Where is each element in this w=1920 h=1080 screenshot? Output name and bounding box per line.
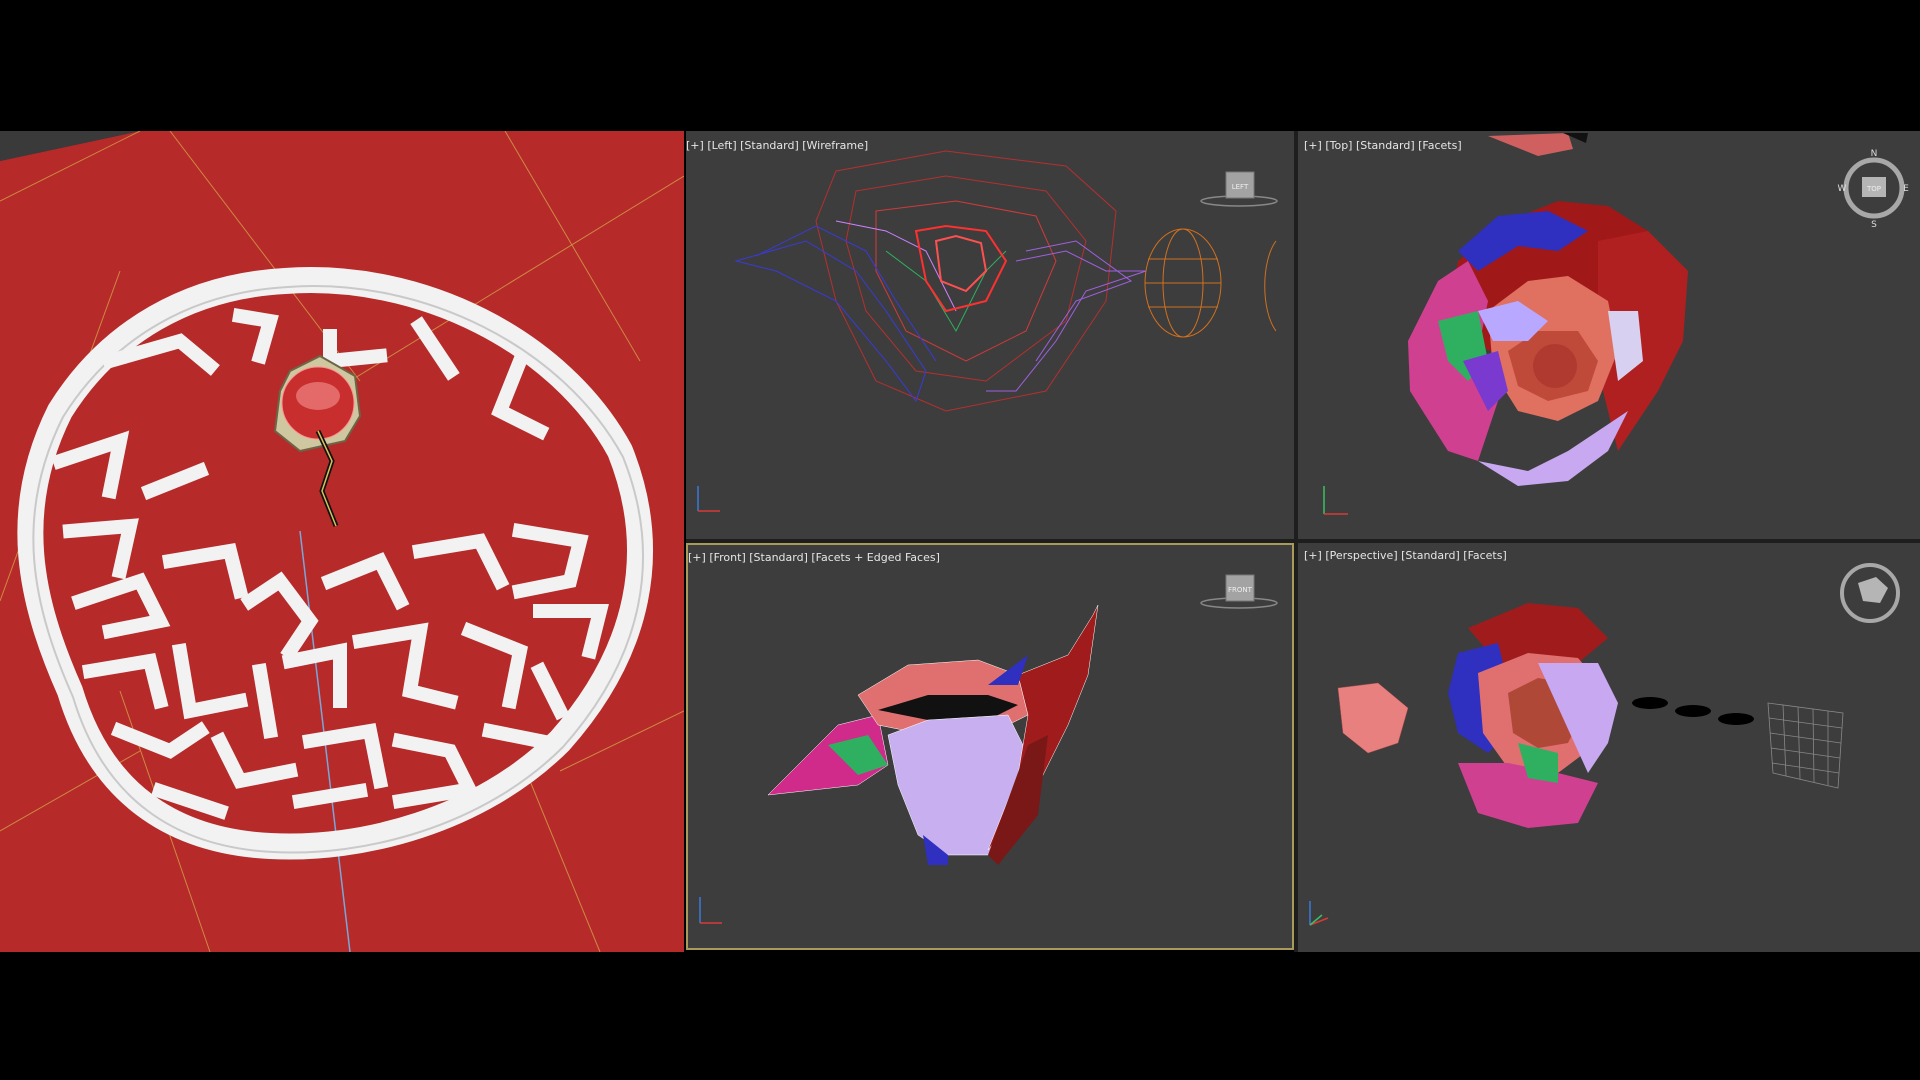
maze-scene: [0, 131, 684, 952]
top-rose: TOP N S W E: [1323, 133, 1910, 515]
svg-text:FRONT: FRONT: [1228, 586, 1253, 594]
letterbox-bottom: [0, 952, 1920, 1080]
viewcube-icon[interactable]: FRONT: [1200, 574, 1278, 609]
axis-gizmo-icon: [699, 897, 722, 924]
viewport-perspective[interactable]: [+] [Perspective] [Standard] [Facets]: [1298, 543, 1920, 952]
svg-text:S: S: [1871, 220, 1877, 230]
axis-gizmo-icon: [1309, 901, 1329, 926]
compass-icon[interactable]: TOP N S W E: [1838, 149, 1910, 230]
wireframe-rose: LEFT: [697, 150, 1278, 512]
viewport-front[interactable]: [+] [Front] [Standard] [Facets + Edged F…: [686, 543, 1294, 950]
letterbox-top: [0, 0, 1920, 131]
viewcube-icon[interactable]: [1840, 563, 1900, 623]
front-rose: FRONT: [699, 574, 1278, 924]
svg-text:LEFT: LEFT: [1232, 183, 1249, 191]
maze-render-viewport[interactable]: [0, 131, 684, 952]
svg-text:N: N: [1871, 149, 1878, 159]
viewport-left[interactable]: [+] [Left] [Standard] [Wireframe] LEFT: [686, 131, 1294, 539]
viewcube-icon[interactable]: LEFT: [1200, 171, 1278, 207]
viewport-top[interactable]: [+] [Top] [Standard] [Facets] TOP N S W …: [1298, 131, 1920, 539]
svg-text:W: W: [1838, 184, 1847, 194]
axis-gizmo-icon: [697, 486, 720, 512]
svg-text:E: E: [1903, 184, 1909, 194]
svg-text:TOP: TOP: [1866, 185, 1881, 193]
axis-gizmo-icon: [1323, 486, 1348, 515]
grid-icon: [1767, 702, 1844, 789]
perspective-scene: [1309, 563, 1900, 926]
